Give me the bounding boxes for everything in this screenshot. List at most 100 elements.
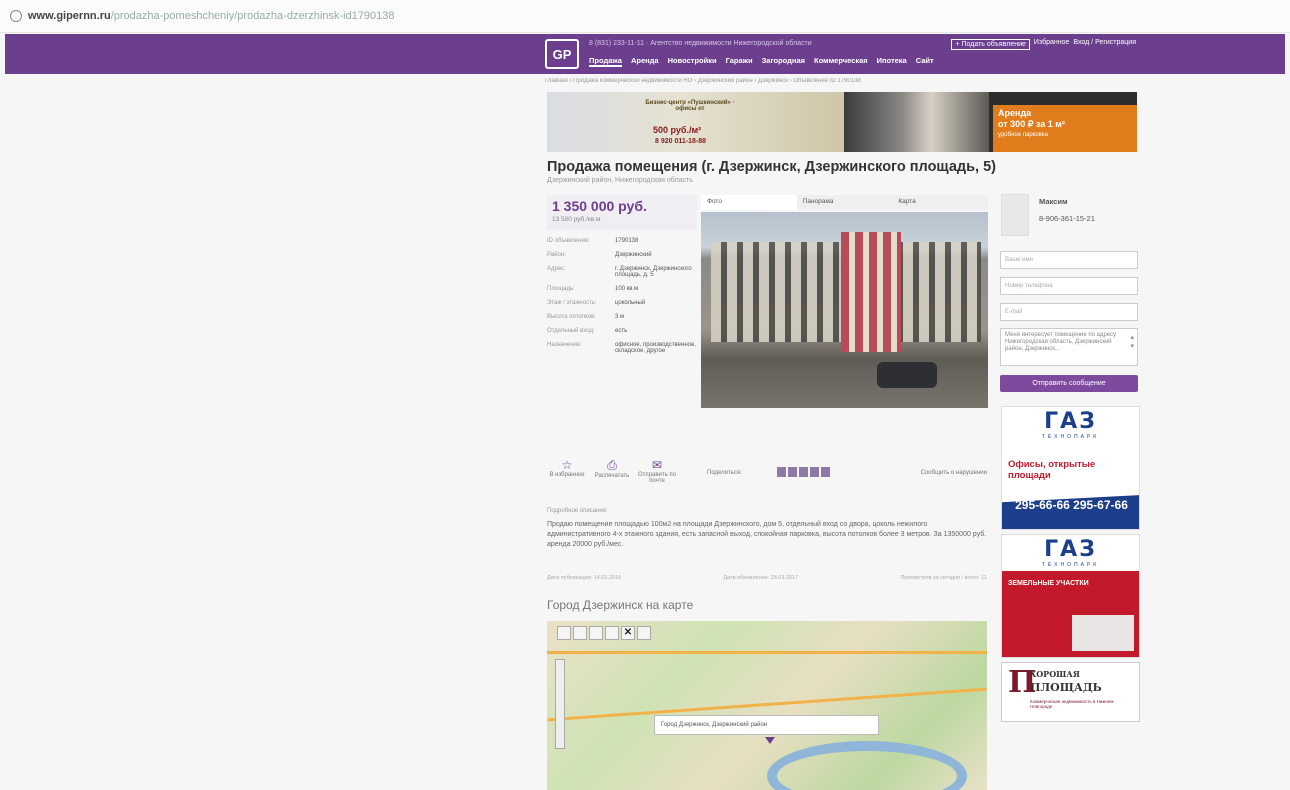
map-ruler-tool[interactable] [589, 626, 603, 640]
banner-right-sub: удобное парковка [998, 132, 1048, 138]
nav-item-sale[interactable]: Продажа [589, 56, 622, 67]
ad-offer-block: ЗЕМЕЛЬНЫЕ УЧАСТКИ [1002, 571, 1139, 657]
nav-item-garages[interactable]: Гаражи [726, 56, 753, 67]
gaz-logo: ГАЗ [1044, 409, 1097, 434]
map-heading: Город Дзержинск на карте [547, 598, 694, 612]
ad-title-2: ПЛОЩАДЬ [1030, 681, 1102, 694]
map-zoom-slider[interactable] [555, 659, 565, 749]
print-button[interactable]: ⎙ Распечатать [592, 458, 632, 479]
contact-phone[interactable]: 8-906-361-15-21 [1039, 214, 1095, 223]
browser-address-bar[interactable]: www.gipernn.ru /prodazha-pomeshcheniy/pr… [0, 0, 1290, 33]
prop-row: ID объявления: 1790138 [547, 238, 697, 244]
scroll-arrows-icon[interactable]: ▴ ▾ [1130, 333, 1134, 351]
map-pin-icon[interactable] [765, 737, 775, 744]
prop-key: Отдельный вход: [547, 328, 595, 334]
map-layers-tool[interactable] [637, 626, 651, 640]
banner-right-title: Аренда [998, 108, 1032, 118]
main-nav: Продажа Аренда Новостройки Гаражи Загоро… [589, 56, 934, 67]
photo-car [877, 362, 937, 388]
nav-item-commercial[interactable]: Коммерческая [814, 56, 868, 67]
star-icon: ☆ [561, 458, 573, 472]
login-link[interactable]: Вход / Регистрация [1073, 39, 1136, 50]
share-tw-icon[interactable] [799, 467, 808, 477]
nav-item-mortgage[interactable]: Ипотека [877, 56, 907, 67]
favorites-link[interactable]: Избранное [1034, 39, 1069, 50]
price-per-m2: 13 500 руб./кв.м [552, 216, 601, 223]
print-label: Распечатать [594, 473, 630, 479]
map-road [547, 651, 987, 654]
avatar [1001, 194, 1029, 236]
share-ok-icon[interactable] [810, 467, 819, 477]
prop-key: ID объявления: [547, 238, 590, 244]
tab-photo[interactable]: Фото [701, 195, 797, 210]
prop-key: Адрес: [547, 266, 566, 272]
ad-good-area[interactable]: П ХОРОШАЯ ПЛОЩАДЬ Коммерческая недвижимо… [1001, 662, 1140, 722]
url-path: /prodazha-pomeshcheniy/prodazha-dzerzhin… [110, 10, 395, 22]
breadcrumb[interactable]: Главная › Продажа коммерческой недвижимо… [545, 78, 1045, 84]
site-logo[interactable]: GP [545, 39, 579, 69]
phone-input[interactable]: Номер телефона [1000, 277, 1138, 295]
map-select-tool[interactable] [605, 626, 619, 640]
share-label: Поделиться: [707, 470, 742, 476]
page-subtitle: Дзержинский район, Нижегородская область [547, 177, 693, 184]
map-hand-tool[interactable] [557, 626, 571, 640]
email-label: Отправить по почте [637, 472, 676, 484]
prop-value: офисное, производственное, складское, др… [615, 342, 696, 354]
share-fb-icon[interactable] [788, 467, 797, 477]
printer-icon: ⎙ [607, 458, 617, 472]
price-box: 1 350 000 руб. 13 500 руб./кв.м [547, 195, 697, 230]
nav-item-country[interactable]: Загородная [762, 56, 805, 67]
close-icon[interactable]: ✕ [621, 626, 635, 640]
ad-gaz-offices[interactable]: ГАЗ ТЕХНОПАРК Офисы, открытые площади 29… [1001, 406, 1140, 530]
meta-added: Дата публикации: 14.03.2016 [547, 575, 622, 581]
page-title: Продажа помещения (г. Дзержинск, Дзержин… [547, 159, 996, 175]
ad-gaz-land[interactable]: ГАЗ ТЕХНОПАРК ЗЕМЕЛЬНЫЕ УЧАСТКИ [1001, 534, 1140, 658]
prop-row: Район: Дзержинский [547, 252, 697, 258]
nav-item-site[interactable]: Сайт [916, 56, 934, 67]
map-toolbar: ✕ [557, 626, 651, 640]
location-map[interactable]: ✕ Город Дзержинск, Дзержинский район [547, 621, 987, 790]
share-vk-icon[interactable] [777, 467, 786, 477]
report-link[interactable]: Сообщить о нарушении [921, 470, 987, 476]
map-zoom-tool[interactable] [573, 626, 587, 640]
name-input[interactable]: Ваше имя [1000, 251, 1138, 269]
banner-left[interactable]: Бизнес-центр «Пушкинский» · офисы от 500… [547, 92, 844, 152]
prop-value: есть [615, 328, 628, 334]
listing-photo[interactable] [701, 212, 988, 408]
prop-row: Назначение: офисное, производственное, ск… [547, 342, 697, 354]
message-textarea[interactable]: Меня интересует помещение по адресу Ниже… [1000, 328, 1138, 366]
banner-right[interactable]: Аренда от 300 ₽ за 1 м² удобное парковка [989, 92, 1137, 152]
add-listing-button[interactable]: + Подать объявление [951, 39, 1030, 50]
prop-key: Район: [547, 252, 566, 258]
share-mail-icon[interactable] [821, 467, 830, 477]
header-tagline: 8 (831) 233-11-11 · Агентство недвижимос… [589, 40, 812, 47]
url-host: www.gipernn.ru [28, 10, 111, 22]
prop-row: Площадь: 100 кв.м [547, 286, 697, 292]
photo-building-facade [841, 232, 901, 352]
contact-name: Максим [1039, 197, 1068, 206]
nav-item-new[interactable]: Новостройки [668, 56, 717, 67]
prop-value: Дзержинский [615, 252, 652, 258]
tab-panorama[interactable]: Панорама [797, 195, 893, 210]
prop-value: цокольный [615, 300, 646, 306]
email-button[interactable]: ✉ Отправить по почте [637, 458, 677, 484]
favorite-button[interactable]: ☆ В избранное [547, 458, 587, 478]
banner-right-price: от 300 ₽ за 1 м² [998, 119, 1065, 129]
tab-map[interactable]: Карта [892, 195, 988, 210]
send-message-button[interactable]: Отправить сообщение [1000, 375, 1138, 392]
meta-views: Просмотров за сегодня / всего: 11 [900, 575, 987, 581]
ad-caption: Коммерческая недвижимость в Нижнем Новго… [1030, 699, 1114, 709]
prop-key: Этаж / этажность: [547, 300, 597, 306]
email-input[interactable]: E-mail [1000, 303, 1138, 321]
banner-left-price: 500 руб./м² [653, 125, 702, 135]
globe-icon [10, 10, 22, 22]
prop-key: Площадь: [547, 286, 575, 292]
prop-value: 1790138 [615, 238, 639, 244]
header-links: + Подать объявление Избранное Вход / Рег… [951, 39, 1136, 50]
nav-item-rent[interactable]: Аренда [631, 56, 659, 67]
prop-row: Адрес: г. Дзержинск, Дзержинского площадь… [547, 266, 697, 278]
ad-offer-text: ЗЕМЕЛЬНЫЕ УЧАСТКИ [1008, 580, 1089, 587]
banner-middle-image[interactable] [844, 92, 989, 152]
top-ad-banner[interactable]: Бизнес-центр «Пушкинский» · офисы от 500… [547, 92, 1137, 152]
gaz-logo-sub: ТЕХНОПАРК [1041, 434, 1100, 440]
